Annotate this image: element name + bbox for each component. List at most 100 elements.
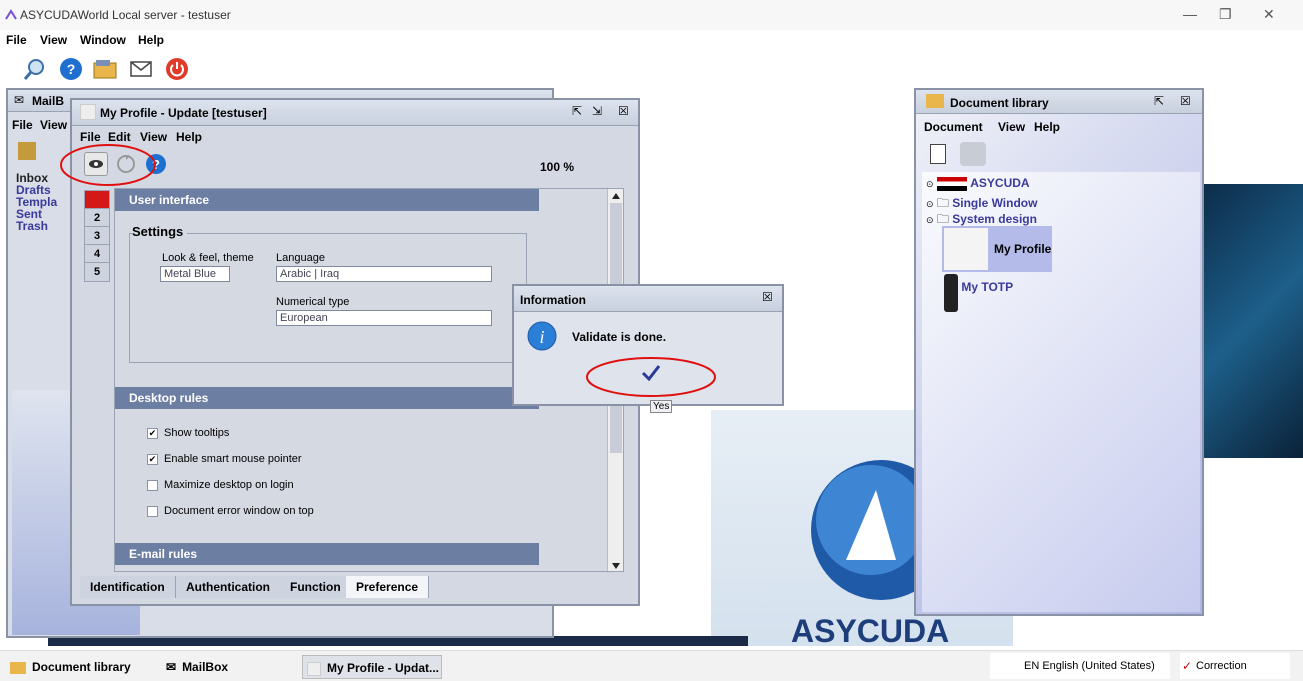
close-icon[interactable]: ☒ (1180, 94, 1191, 108)
tree-node-my-profile[interactable]: My Profile (942, 226, 1052, 272)
asycuda-logo-icon (5, 9, 17, 20)
side-tab-4[interactable]: 4 (84, 244, 110, 264)
menu-help[interactable]: Help (138, 33, 164, 47)
banner-text: ASYCUDA (791, 613, 949, 646)
mail-icon: ✉ (14, 93, 25, 107)
doclib-title: Document library (950, 96, 1049, 110)
svg-text:i: i (539, 327, 544, 347)
expand-icon[interactable]: ⊙ (926, 215, 934, 225)
folder-icon: 🗀 (936, 212, 949, 226)
maximize-icon[interactable]: ⇲ (592, 104, 602, 118)
tab-function[interactable]: Function (280, 576, 352, 598)
section-email-rules: E-mail rules (115, 543, 539, 565)
expand-icon[interactable]: ⊙ (926, 179, 934, 189)
scroll-down-icon[interactable] (612, 563, 620, 569)
taskbar-label: Document library (32, 660, 131, 674)
numerical-type-field[interactable]: European (276, 310, 492, 326)
close-button[interactable]: ✕ (1263, 6, 1275, 23)
power-icon[interactable] (164, 56, 190, 82)
side-tab-1[interactable]: 1 (84, 190, 110, 210)
doclib-title-bar: Document library ⇱ ☒ (916, 90, 1202, 114)
checkbox-checked-icon[interactable]: ✔ (147, 453, 158, 465)
background-image (1203, 184, 1303, 458)
profile-title-bar: My Profile - Update [testuser] ⇱ ⇲ ☒ (72, 100, 638, 126)
doclib-menu-help[interactable]: Help (1034, 120, 1060, 134)
svg-text:?: ? (67, 61, 76, 77)
window-title: ASYCUDAWorld Local server - testuser (20, 8, 231, 22)
look-feel-label: Look & feel, theme (162, 252, 254, 264)
search-icon[interactable] (960, 142, 986, 166)
minimize-button[interactable]: — (1183, 6, 1197, 22)
look-feel-field[interactable]: Metal Blue (160, 266, 230, 282)
folder-icon (10, 661, 26, 674)
doclib-menu-view[interactable]: View (998, 120, 1025, 134)
tab-identification[interactable]: Identification (80, 576, 176, 598)
side-tab-5[interactable]: 5 (84, 262, 110, 282)
mailbox-menu-view[interactable]: View (40, 118, 67, 132)
taskbar-mailbox[interactable]: ✉ MailBox (166, 655, 228, 679)
correction-area: ✓ Correction (1180, 653, 1290, 679)
mailbox-menu-file[interactable]: File (12, 118, 33, 132)
check-label: Maximize desktop on login (164, 479, 294, 491)
window-title-bar: ASYCUDAWorld Local server - testuser — ❐… (0, 0, 1303, 30)
check-error-window[interactable]: Document error window on top (147, 505, 314, 517)
close-icon[interactable]: ☒ (618, 104, 629, 118)
undock-icon[interactable]: ⇱ (572, 104, 582, 118)
tab-authentication[interactable]: Authentication (176, 576, 281, 598)
profile-avatar-icon (944, 228, 988, 270)
check-label: Document error window on top (164, 505, 314, 517)
check-maximize-desktop[interactable]: Maximize desktop on login (147, 479, 294, 491)
taskbar-document-library[interactable]: Document library (10, 655, 131, 679)
checkbox-checked-icon[interactable]: ✔ (147, 427, 158, 439)
compose-icon[interactable] (18, 142, 36, 160)
info-icon: i (527, 321, 557, 351)
checkbox-unchecked-icon[interactable] (147, 505, 158, 517)
side-tab-2[interactable]: 2 (84, 208, 110, 228)
mailbox-title: MailB (32, 94, 65, 108)
folder-trash[interactable]: Trash (16, 220, 57, 232)
tree-label: Single Window (952, 196, 1038, 210)
correction-label[interactable]: Correction (1196, 660, 1247, 672)
document-icon[interactable] (930, 144, 946, 164)
language-field[interactable]: Arabic | Iraq (276, 266, 492, 282)
menu-window[interactable]: Window (80, 33, 126, 47)
flag-icon (936, 176, 967, 191)
scroll-up-icon[interactable] (612, 193, 620, 199)
taskbar: Document library ✉ MailBox My Profile - U… (0, 650, 1303, 681)
mail-icon[interactable] (128, 56, 154, 82)
dialog-close-icon[interactable]: ☒ (762, 290, 773, 304)
side-tabs: 1 2 3 4 5 (84, 190, 114, 290)
tree-label: My TOTP (961, 280, 1014, 294)
restore-button[interactable]: ❐ (1219, 6, 1232, 23)
main-toolbar: ? (0, 50, 1303, 88)
menu-file[interactable]: File (6, 33, 27, 47)
tab-preference[interactable]: Preference (346, 576, 430, 598)
folder-icon[interactable] (92, 56, 118, 82)
menu-view[interactable]: View (40, 33, 67, 47)
dialog-title: Information (520, 293, 586, 307)
tree-node-asycuda[interactable]: ⊙ ASYCUDA (926, 176, 1030, 191)
help-icon[interactable]: ? (58, 56, 84, 82)
taskbar-my-profile[interactable]: My Profile - Updat... (302, 655, 442, 679)
profile-avatar-icon (80, 104, 96, 120)
profile-menu-help[interactable]: Help (176, 130, 202, 144)
check-smart-pointer[interactable]: ✔ Enable smart mouse pointer (147, 453, 302, 465)
information-dialog: Information ☒ i Validate is done. (512, 284, 784, 406)
tree-node-my-totp[interactable]: My TOTP (944, 274, 1013, 312)
doclib-menu-document[interactable]: Document (924, 120, 983, 134)
undock-icon[interactable]: ⇱ (1154, 94, 1164, 108)
side-tab-3[interactable]: 3 (84, 226, 110, 246)
check-label: Show tooltips (164, 427, 230, 439)
language-indicator[interactable]: EN English (United States) (1024, 660, 1155, 672)
check-show-tooltips[interactable]: ✔ Show tooltips (147, 427, 229, 439)
bottom-tabs: Identification Authentication Function P… (80, 576, 630, 600)
annotation-ellipse (60, 144, 156, 186)
language-label: Language (276, 252, 325, 264)
profile-title: My Profile - Update [testuser] (100, 106, 267, 120)
taskbar-label: My Profile - Updat... (327, 661, 440, 675)
section-user-interface: User interface (115, 189, 539, 211)
checkbox-unchecked-icon[interactable] (147, 479, 158, 491)
taskbar-label: MailBox (182, 660, 229, 674)
search-icon[interactable] (22, 56, 48, 82)
expand-icon[interactable]: ⊙ (926, 199, 934, 209)
